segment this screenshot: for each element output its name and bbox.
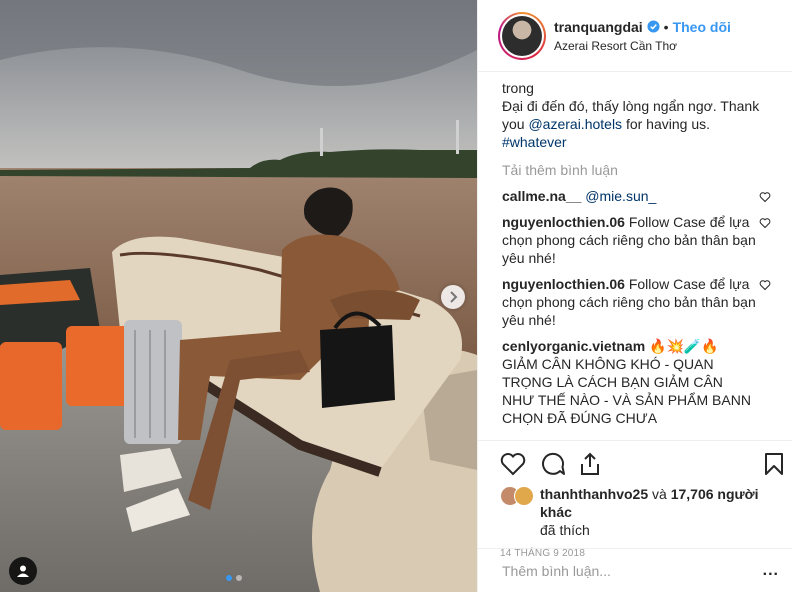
post-location[interactable]: Azerai Resort Cần Thơ: [554, 39, 731, 53]
caption-line-2: Đại đi đến đó, thấy lòng ngẩn ngơ. Thank…: [502, 97, 771, 133]
share-icon[interactable]: [578, 452, 602, 476]
comment-item: nguyenlocthien.06 Follow Case để lựa chọ…: [502, 275, 771, 329]
like-comment-heart-icon[interactable]: [759, 191, 771, 203]
user-tags-button[interactable]: [9, 557, 37, 585]
likes-suffix: đã thích: [540, 522, 590, 538]
carousel-indicator: [226, 575, 242, 581]
post-header: tranquangdai • Theo dõi Azerai Resort Cầ…: [478, 0, 792, 72]
carousel-dot: [236, 575, 242, 581]
post-photo[interactable]: [0, 0, 477, 592]
comment-icon[interactable]: [540, 452, 566, 476]
user-tag-icon: [17, 565, 29, 577]
post-actions: thanhthanhvo25 và 17,706 người khác đã t…: [478, 440, 792, 559]
comment-username[interactable]: cenlyorganic.vietnam: [502, 338, 645, 354]
caption-mention[interactable]: @azerai.hotels: [528, 116, 622, 132]
comment-username[interactable]: nguyenlocthien.06: [502, 276, 625, 292]
post-details-panel: tranquangdai • Theo dõi Azerai Resort Cầ…: [477, 0, 792, 592]
chevron-right-icon: [450, 291, 458, 303]
likes-summary: thanhthanhvo25 và 17,706 người khác đã t…: [500, 485, 785, 539]
author-username[interactable]: tranquangdai: [554, 19, 643, 35]
comments-section: trong Đại đi đến đó, thấy lòng ngẩn ngơ.…: [478, 73, 792, 440]
comment-username[interactable]: callme.na__: [502, 188, 581, 204]
liker-avatars: [500, 486, 534, 506]
comment-item: cenlyorganic.vietnam 🔥💥🧪🔥 GIẢM CÂN KHÔNG…: [502, 337, 771, 427]
load-more-comments-button[interactable]: Tải thêm bình luận: [502, 161, 771, 179]
caption-hashtag[interactable]: #whatever: [502, 133, 771, 151]
like-comment-heart-icon[interactable]: [759, 279, 771, 291]
comment-input[interactable]: [502, 562, 763, 579]
comment-item: nguyenlocthien.06 Follow Case để lựa chọ…: [502, 213, 771, 267]
caption-line-1: trong: [502, 80, 534, 96]
more-options-button[interactable]: ...: [763, 562, 779, 580]
comment-item: callme.na__ @mie.sun_: [502, 187, 771, 205]
caption-text-tail: for having us.: [622, 116, 710, 132]
post-caption: trong Đại đi đến đó, thấy lòng ngẩn ngơ.…: [502, 79, 771, 151]
comment-mention[interactable]: @mie.sun_: [585, 188, 656, 204]
comment-username[interactable]: nguyenlocthien.06: [502, 214, 625, 230]
heart-icon[interactable]: [500, 452, 526, 476]
separator-dot: •: [663, 18, 669, 35]
carousel-dot-active: [226, 575, 232, 581]
bookmark-icon[interactable]: [763, 452, 785, 476]
likes-connector: và: [648, 486, 671, 502]
liker-avatar[interactable]: [514, 486, 534, 506]
follow-button[interactable]: Theo dõi: [673, 19, 731, 35]
like-comment-heart-icon[interactable]: [759, 217, 771, 229]
author-avatar[interactable]: [498, 11, 546, 60]
add-comment-bar: ...: [478, 548, 792, 592]
liker-username[interactable]: thanhthanhvo25: [540, 486, 648, 502]
carousel-next-button[interactable]: [441, 285, 465, 309]
verified-badge-icon: [647, 20, 660, 33]
photo-scene: [0, 0, 477, 592]
